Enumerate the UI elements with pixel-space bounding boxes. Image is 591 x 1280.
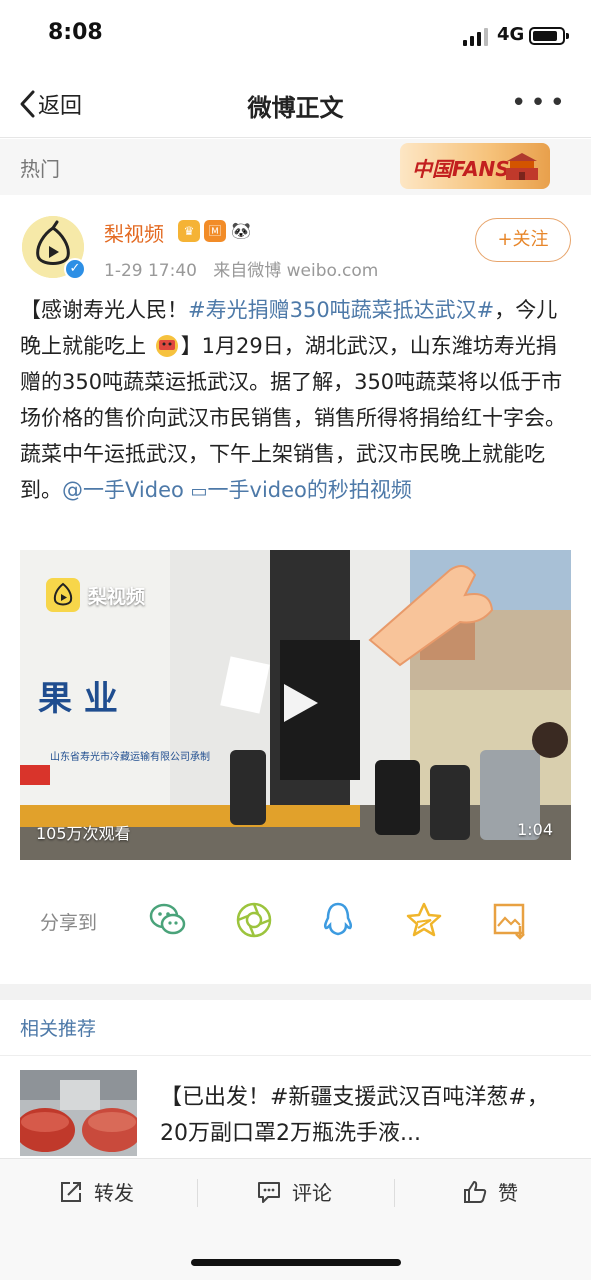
- battery-icon: [529, 27, 569, 45]
- related-item-text[interactable]: 【已出发！#新疆支援武汉百吨洋葱#，20万副口罩2万瓶洗手液...: [160, 1080, 568, 1152]
- truck-text-small: 山东省寿光市冷藏运输有限公司承制: [50, 750, 210, 763]
- repost-label: 转发: [94, 1181, 134, 1205]
- like-label: 赞: [498, 1181, 518, 1205]
- related-thumbnail[interactable]: [20, 1070, 137, 1156]
- cheer-emoji-icon: [153, 332, 181, 358]
- nav-bar: 返回 微博正文 •••: [0, 70, 591, 138]
- divider: [394, 1179, 395, 1207]
- video-watermark-text: 梨视频: [88, 585, 146, 608]
- video-duration: 1:04: [517, 820, 553, 839]
- save-image-icon[interactable]: [490, 900, 530, 940]
- follow-button[interactable]: +关注: [475, 218, 571, 262]
- hot-bar: 热门 中国FANS: [0, 139, 591, 195]
- play-icon[interactable]: [278, 682, 320, 724]
- comment-button[interactable]: 评论: [256, 1177, 332, 1206]
- comment-icon: [258, 1181, 280, 1203]
- video-view-count: 105万次观看: [36, 824, 131, 843]
- video-link-text: 一手video的秒拍视频: [207, 478, 412, 502]
- post-meta: 1-29 17:40 来自微博 weibo.com: [104, 256, 378, 281]
- repost-button[interactable]: 转发: [58, 1177, 134, 1206]
- tiananmen-icon: [506, 153, 538, 180]
- fans-badge-text: 中国FANS: [412, 157, 510, 181]
- post-source: 来自微博 weibo.com: [213, 261, 379, 281]
- post-timestamp: 1-29 17:40: [104, 261, 197, 281]
- vip-badge-icon: ♛: [178, 220, 200, 242]
- share-row: 分享到: [0, 894, 591, 954]
- avatar[interactable]: ✓: [22, 216, 86, 280]
- video-watermark: 梨视频: [46, 578, 145, 612]
- section-divider: [0, 984, 591, 1000]
- share-label: 分享到: [40, 912, 98, 934]
- home-indicator[interactable]: [191, 1259, 401, 1266]
- related-title: 相关推荐: [20, 1018, 97, 1040]
- hot-label: 热门: [20, 157, 60, 181]
- post-content: 【感谢寿光人民！#寿光捐赠350吨蔬菜抵达武汉#，今儿晚上就能吃上 】1月29日…: [20, 292, 572, 510]
- hashtag-link[interactable]: #寿光捐赠350吨蔬菜抵达武汉#: [188, 298, 494, 322]
- qzone-star-icon[interactable]: [404, 900, 444, 940]
- divider: [197, 1179, 198, 1207]
- video-link[interactable]: ▭一手video的秒拍视频: [191, 478, 412, 502]
- related-thumbnail-image: [20, 1070, 137, 1156]
- post-text-body: 】1月29日，湖北武汉，山东潍坊寿光捐赠的350吨蔬菜运抵武汉。据了解，350吨…: [20, 334, 566, 502]
- pear-logo-icon: [46, 578, 80, 612]
- network-type: 4G: [497, 24, 525, 45]
- page-title: 微博正文: [247, 94, 344, 122]
- comment-label: 评论: [292, 1181, 332, 1205]
- moments-icon[interactable]: [234, 900, 274, 940]
- thumbs-up-icon: [464, 1180, 487, 1203]
- panda-badge-icon: 🐼: [230, 220, 252, 242]
- bottom-action-bar: 转发 评论 赞: [0, 1158, 591, 1280]
- status-bar: 8:08 4G: [0, 0, 591, 70]
- post-text-intro: 【感谢寿光人民！: [20, 298, 188, 322]
- like-button[interactable]: 赞: [462, 1177, 518, 1206]
- user-badges: ♛ 🄼 🐼: [178, 220, 252, 242]
- china-fans-badge[interactable]: 中国FANS: [400, 143, 550, 189]
- video-player[interactable]: 果 业 山东省寿光市冷藏运输有限公司承制 梨视频 105万次观看 1:04: [20, 550, 571, 860]
- wechat-icon[interactable]: [148, 900, 188, 940]
- qq-icon[interactable]: [318, 900, 358, 940]
- video-link-icon: ▭: [190, 481, 208, 502]
- more-options-button[interactable]: •••: [511, 88, 569, 118]
- username[interactable]: 梨视频: [104, 218, 164, 247]
- membership-badge-icon: 🄼: [204, 220, 226, 242]
- repost-icon: [61, 1181, 81, 1202]
- signal-icon: [463, 28, 488, 46]
- mention-link[interactable]: @一手Video: [62, 478, 184, 502]
- status-time: 8:08: [48, 20, 103, 45]
- verified-icon: ✓: [64, 258, 86, 280]
- divider: [0, 1055, 591, 1056]
- truck-text-large: 果 业: [38, 679, 118, 719]
